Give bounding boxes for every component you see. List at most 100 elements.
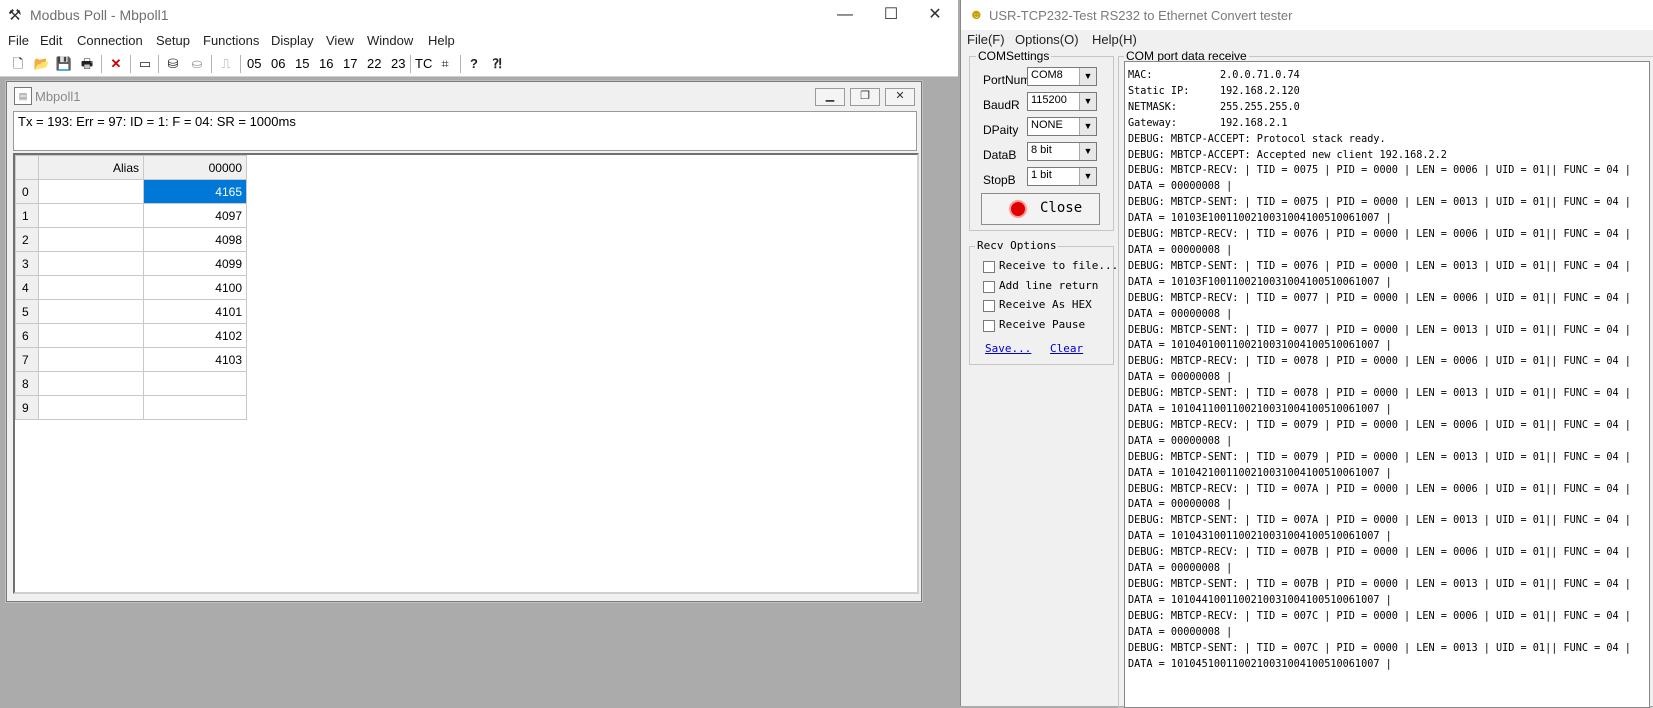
parity-select[interactable]: NONE ▼ bbox=[1027, 117, 1097, 136]
minimize-button[interactable]: — bbox=[822, 0, 868, 30]
print-icon[interactable]: 🖶 bbox=[77, 54, 97, 74]
value-cell[interactable]: 4099 bbox=[143, 251, 247, 276]
add-line-return-checkbox[interactable] bbox=[983, 281, 995, 293]
function-22-button[interactable]: 22 bbox=[367, 56, 381, 71]
alias-cell[interactable] bbox=[38, 275, 144, 300]
chevron-down-icon[interactable]: ▼ bbox=[1079, 93, 1096, 110]
receive-log: MAC: 2.0.0.71.0.74 Static IP: 192.168.2.1… bbox=[1128, 68, 1631, 672]
menu-file[interactable]: File(F) bbox=[967, 32, 1005, 47]
toolbar-separator bbox=[130, 55, 131, 73]
alias-cell[interactable] bbox=[38, 203, 144, 228]
receive-textarea[interactable]: MAC: 2.0.0.71.0.74 Static IP: 192.168.2.1… bbox=[1124, 61, 1650, 708]
menu-display[interactable]: Display bbox=[271, 33, 314, 48]
receive-to-file-checkbox[interactable] bbox=[983, 261, 995, 273]
chevron-down-icon[interactable]: ▼ bbox=[1079, 118, 1096, 135]
disconnect-icon[interactable]: ⛀ bbox=[187, 54, 207, 74]
alias-header[interactable]: Alias bbox=[38, 155, 144, 180]
log-line: DEBUG: MBTCP-SENT: | TID = 007B | PID = … bbox=[1128, 579, 1631, 590]
baudrate-select[interactable]: 115200 ▼ bbox=[1027, 92, 1097, 111]
connect-icon[interactable]: ⛁ bbox=[163, 54, 183, 74]
close-port-button[interactable]: Close bbox=[981, 193, 1100, 225]
value-cell[interactable]: 4097 bbox=[143, 203, 247, 228]
receive-pause-checkbox[interactable] bbox=[983, 320, 995, 332]
menu-file[interactable]: File bbox=[8, 33, 29, 48]
menu-help[interactable]: Help(H) bbox=[1092, 32, 1137, 47]
value-cell[interactable]: 4101 bbox=[143, 299, 247, 324]
log-line: DATA = 00000008 | bbox=[1128, 563, 1233, 575]
stopbits-select[interactable]: 1 bit ▼ bbox=[1027, 167, 1097, 186]
table-row: 0 4165 bbox=[15, 179, 247, 204]
value-cell[interactable] bbox=[143, 395, 247, 420]
chevron-down-icon[interactable]: ▼ bbox=[1079, 168, 1096, 185]
child-restore-button[interactable]: ❐ bbox=[850, 88, 880, 106]
function-16-button[interactable]: 16 bbox=[319, 56, 333, 71]
databits-select[interactable]: 8 bit ▼ bbox=[1027, 142, 1097, 161]
function-06-button[interactable]: 06 bbox=[271, 56, 285, 71]
address-header[interactable]: 00000 bbox=[143, 155, 247, 180]
new-document-icon[interactable]: 🗋 bbox=[8, 54, 28, 74]
log-line: DEBUG: MBTCP-SENT: | TID = 0076 | PID = … bbox=[1128, 260, 1631, 272]
row-number[interactable]: 5 bbox=[15, 299, 39, 324]
menu-help[interactable]: Help bbox=[428, 33, 455, 48]
row-number[interactable]: 2 bbox=[15, 227, 39, 252]
menu-functions[interactable]: Functions bbox=[203, 33, 259, 48]
value-cell[interactable]: 4103 bbox=[143, 347, 247, 372]
chevron-down-icon[interactable]: ▼ bbox=[1079, 143, 1096, 160]
save-icon[interactable]: 💾 bbox=[54, 54, 74, 74]
row-number[interactable]: 6 bbox=[15, 323, 39, 348]
menu-setup[interactable]: Setup bbox=[156, 33, 190, 48]
alias-cell[interactable] bbox=[38, 395, 144, 420]
alias-cell[interactable] bbox=[38, 227, 144, 252]
function-05-button[interactable]: 05 bbox=[247, 56, 261, 71]
help-icon[interactable]: ? bbox=[464, 54, 484, 74]
menu-view[interactable]: View bbox=[326, 33, 354, 48]
chart-icon[interactable]: ⌗ bbox=[435, 54, 455, 74]
log-line: DEBUG: MBTCP-SENT: | TID = 0079 | PID = … bbox=[1128, 451, 1631, 463]
receive-as-hex-checkbox[interactable] bbox=[983, 300, 995, 312]
maximize-button[interactable]: ☐ bbox=[868, 0, 914, 30]
delete-icon[interactable]: ✕ bbox=[106, 54, 126, 74]
alias-cell[interactable] bbox=[38, 251, 144, 276]
row-number[interactable]: 3 bbox=[15, 251, 39, 276]
value-cell[interactable] bbox=[143, 371, 247, 396]
clear-link[interactable]: Clear bbox=[1050, 342, 1083, 355]
alias-cell[interactable] bbox=[38, 347, 144, 372]
row-number[interactable]: 7 bbox=[15, 347, 39, 372]
alias-cell[interactable] bbox=[38, 299, 144, 324]
receive-to-file-label: Receive to file... bbox=[999, 259, 1119, 272]
function-23-button[interactable]: 23 bbox=[391, 56, 405, 71]
toolbar-separator bbox=[158, 55, 159, 73]
chevron-down-icon[interactable]: ▼ bbox=[1079, 68, 1096, 85]
menu-edit[interactable]: Edit bbox=[40, 33, 62, 48]
table-row: 1 4097 bbox=[15, 203, 247, 228]
save-link[interactable]: Save... bbox=[985, 342, 1031, 355]
child-close-button[interactable]: ✕ bbox=[885, 88, 915, 106]
row-number[interactable]: 9 bbox=[15, 395, 39, 420]
alias-cell[interactable] bbox=[38, 323, 144, 348]
tc-button[interactable]: TC bbox=[415, 56, 432, 71]
close-window-button[interactable]: ✕ bbox=[912, 0, 958, 30]
menu-connection[interactable]: Connection bbox=[77, 33, 143, 48]
value-cell[interactable]: 4102 bbox=[143, 323, 247, 348]
value-cell[interactable]: 4165 bbox=[143, 179, 247, 204]
menu-window[interactable]: Window bbox=[367, 33, 413, 48]
pulse-icon[interactable]: ⎍ bbox=[216, 54, 236, 74]
open-folder-icon[interactable]: 📂 bbox=[32, 54, 52, 74]
portnum-label: PortNum bbox=[981, 73, 1033, 87]
function-15-button[interactable]: 15 bbox=[295, 56, 309, 71]
row-number[interactable]: 1 bbox=[15, 203, 39, 228]
menu-options[interactable]: Options(O) bbox=[1015, 32, 1079, 47]
alias-cell[interactable] bbox=[38, 179, 144, 204]
alias-cell[interactable] bbox=[38, 371, 144, 396]
child-minimize-button[interactable]: ▁ bbox=[815, 88, 845, 106]
window-icon[interactable]: ▭ bbox=[135, 54, 155, 74]
usr-tcp232-window: ☻ USR-TCP232-Test RS232 to Ethernet Conv… bbox=[960, 0, 1653, 708]
context-help-icon[interactable]: ⁈ bbox=[487, 54, 507, 74]
value-cell[interactable]: 4098 bbox=[143, 227, 247, 252]
value-cell[interactable]: 4100 bbox=[143, 275, 247, 300]
portnum-select[interactable]: COM8 ▼ bbox=[1027, 67, 1097, 86]
row-number[interactable]: 8 bbox=[15, 371, 39, 396]
row-number[interactable]: 4 bbox=[15, 275, 39, 300]
row-number[interactable]: 0 bbox=[15, 179, 39, 204]
function-17-button[interactable]: 17 bbox=[343, 56, 357, 71]
